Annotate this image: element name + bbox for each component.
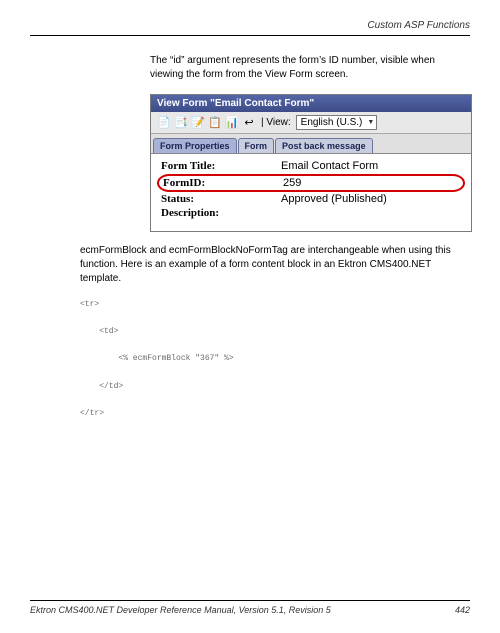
value-status: Approved (Published) xyxy=(281,193,387,205)
page-footer: Ektron CMS400.NET Developer Reference Ma… xyxy=(30,600,470,615)
value-form-id: 259 xyxy=(283,177,301,189)
label-status: Status: xyxy=(161,193,281,205)
label-form-title: Form Title: xyxy=(161,160,281,172)
page-number: 442 xyxy=(455,605,470,615)
tab-postback[interactable]: Post back message xyxy=(275,138,373,153)
toolbar: 📄 📑 📝 📋 📊 ↩ | View: English (U.S.) xyxy=(151,112,471,134)
tab-bar: Form Properties Form Post back message xyxy=(151,134,471,153)
copy-icon[interactable]: 📑 xyxy=(174,116,188,130)
back-icon[interactable]: ↩ xyxy=(242,116,256,130)
language-select[interactable]: English (U.S.) xyxy=(296,115,378,130)
view-label: | View: xyxy=(261,117,291,128)
footer-title: Ektron CMS400.NET Developer Reference Ma… xyxy=(30,605,331,615)
properties-panel: Form Title: Email Contact Form FormID: 2… xyxy=(151,153,471,231)
prop-row-status: Status: Approved (Published) xyxy=(161,193,461,205)
new-icon[interactable]: 📄 xyxy=(157,116,171,130)
properties-icon[interactable]: 📋 xyxy=(208,116,222,130)
paragraph-1: The “id” argument represents the form’s … xyxy=(150,54,470,82)
tab-form-properties[interactable]: Form Properties xyxy=(153,138,237,153)
footer-rule xyxy=(30,600,470,601)
prop-row-form-title: Form Title: Email Contact Form xyxy=(161,160,461,172)
label-description: Description: xyxy=(161,207,281,219)
history-icon[interactable]: 📊 xyxy=(225,116,239,130)
code-example: <tr> <td> <% ecmFormBlock "367" %> </td>… xyxy=(80,298,470,420)
page-header: Custom ASP Functions xyxy=(30,20,470,31)
view-form-screenshot: View Form "Email Contact Form" 📄 📑 📝 📋 📊… xyxy=(150,94,472,232)
edit-icon[interactable]: 📝 xyxy=(191,116,205,130)
prop-row-description: Description: xyxy=(161,207,461,219)
tab-form[interactable]: Form xyxy=(238,138,275,153)
label-form-id: FormID: xyxy=(163,177,283,189)
header-rule xyxy=(30,35,470,36)
prop-row-form-id: FormID: 259 xyxy=(157,174,465,192)
paragraph-2: ecmFormBlock and ecmFormBlockNoFormTag a… xyxy=(80,244,470,286)
window-title-bar: View Form "Email Contact Form" xyxy=(151,95,471,112)
value-form-title: Email Contact Form xyxy=(281,160,378,172)
